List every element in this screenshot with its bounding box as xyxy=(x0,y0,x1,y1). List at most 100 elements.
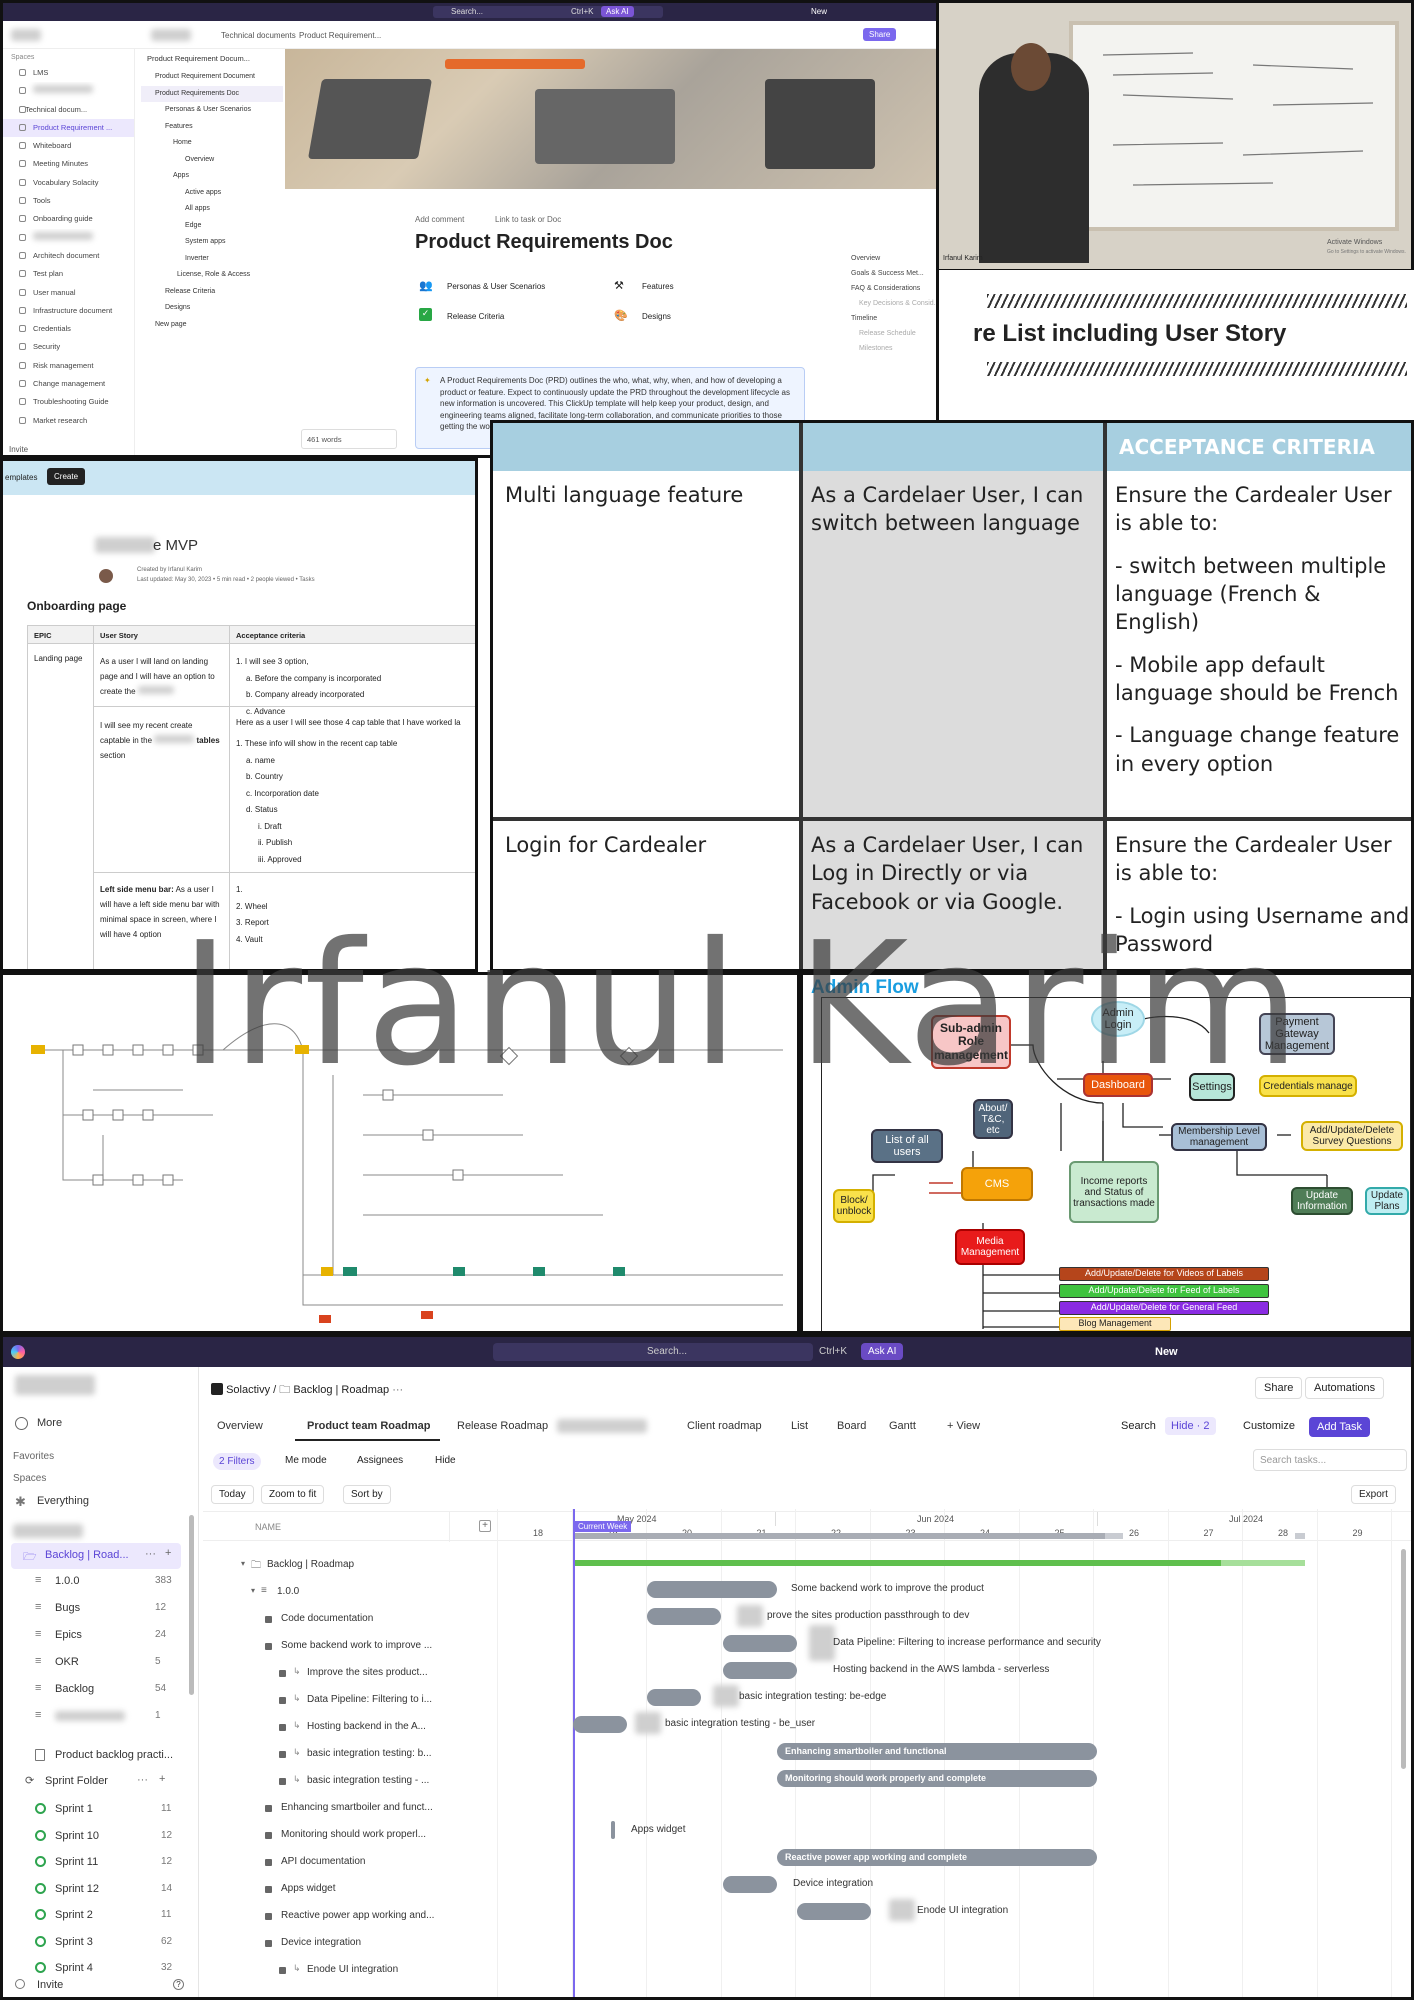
share-button[interactable]: Share xyxy=(863,28,897,41)
dots-icon[interactable]: ··· xyxy=(137,1774,148,1786)
task-row[interactable]: API documentation xyxy=(203,1850,483,1876)
filters-chip[interactable]: 2 Filters xyxy=(213,1453,261,1470)
sprint-item[interactable]: Sprint 2 11 xyxy=(3,1903,193,1929)
new-button[interactable]: New xyxy=(811,7,827,16)
status-icon[interactable] xyxy=(265,1832,272,1839)
plus-icon[interactable]: + xyxy=(165,1547,171,1559)
automations-button[interactable]: Automations xyxy=(1305,1377,1385,1399)
task-row[interactable]: Enhancing smartboiler and funct... xyxy=(203,1796,483,1822)
sidebar-item[interactable]: Market research xyxy=(3,412,134,430)
bar-monitoring[interactable]: Monitoring should work properly and comp… xyxy=(777,1770,1097,1787)
tree-item[interactable]: License, Role & Access xyxy=(141,267,283,284)
sidebar-item[interactable]: Architech document xyxy=(3,247,134,265)
toc-item[interactable]: FAQ & Considerations xyxy=(851,281,940,296)
status-icon[interactable] xyxy=(279,1670,286,1677)
list-item[interactable]: ≡ Epics 24 xyxy=(3,1623,193,1649)
link-task[interactable]: Link to task or Doc xyxy=(495,215,561,224)
sprint-folder-item[interactable]: ⟳ Sprint Folder ··· + xyxy=(3,1769,193,1795)
task-row[interactable]: ↳ basic integration testing: b... xyxy=(203,1742,483,1768)
card-release[interactable]: ✓ Release Criteria xyxy=(415,303,605,331)
gantt-ask-ai[interactable]: Ask AI xyxy=(861,1343,904,1360)
task-row[interactable]: ↳ Improve the sites product... xyxy=(203,1661,483,1687)
dots-icon[interactable]: ··· xyxy=(145,1548,156,1560)
tree-item[interactable]: Features xyxy=(141,119,283,136)
sidebar-item[interactable]: Change management xyxy=(3,375,134,393)
status-icon[interactable] xyxy=(279,1967,286,1974)
bar-edge[interactable] xyxy=(647,1689,701,1706)
tab-client-roadmap[interactable]: Client roadmap xyxy=(687,1420,762,1432)
tree-item[interactable]: Designs xyxy=(141,300,283,317)
status-icon[interactable] xyxy=(265,1913,272,1920)
toc-item[interactable]: Overview xyxy=(851,251,940,266)
add-column-icon[interactable]: + xyxy=(479,1520,491,1532)
hide-chip[interactable]: Hide xyxy=(435,1455,456,1466)
chevron-down-icon[interactable]: ▾ xyxy=(251,1586,255,1595)
card-features[interactable]: ⚒ Features xyxy=(610,273,800,301)
tab-product-roadmap[interactable]: Product team Roadmap xyxy=(307,1420,430,1432)
bar-device[interactable] xyxy=(723,1876,777,1893)
tab-gantt[interactable]: Gantt xyxy=(889,1420,916,1432)
task-row[interactable]: ▾ ≡ 1.0.0 xyxy=(203,1580,483,1606)
bar-user[interactable] xyxy=(573,1716,627,1733)
today-button[interactable]: Today xyxy=(211,1485,254,1504)
status-icon[interactable] xyxy=(265,1886,272,1893)
sort-by-button[interactable]: Sort by xyxy=(343,1485,391,1504)
task-row[interactable]: Reactive power app working and... xyxy=(203,1904,483,1930)
tree-item[interactable]: Product Requirement Document xyxy=(141,69,283,86)
hide-button[interactable]: Hide · 2 xyxy=(1165,1417,1216,1435)
zoom-fit-button[interactable]: Zoom to fit xyxy=(261,1485,325,1504)
me-mode-chip[interactable]: Me mode xyxy=(285,1455,327,1466)
bar-hosting[interactable] xyxy=(723,1662,797,1679)
backlog-space-item[interactable]: 🗁 Backlog | Road... ··· + xyxy=(11,1543,181,1569)
tree-item[interactable]: Personas & User Scenarios xyxy=(141,102,283,119)
card-designs[interactable]: 🎨 Designs xyxy=(610,303,800,331)
ask-ai-button[interactable]: Ask AI xyxy=(601,6,634,17)
status-icon[interactable] xyxy=(265,1859,272,1866)
gantt-new-button[interactable]: New xyxy=(1155,1346,1178,1358)
customize-button[interactable]: Customize xyxy=(1243,1420,1295,1432)
add-view[interactable]: + View xyxy=(947,1420,980,1432)
toc-item[interactable]: Goals & Success Met... xyxy=(851,266,940,281)
crumb-workspace[interactable]: Solactivy xyxy=(226,1384,270,1396)
sidebar-item[interactable]: Troubleshooting Guide xyxy=(3,393,134,411)
sprint-item[interactable]: Sprint 11 12 xyxy=(3,1850,193,1876)
sidebar-item[interactable]: Meeting Minutes xyxy=(3,155,134,173)
status-icon[interactable] xyxy=(265,1805,272,1812)
status-icon[interactable] xyxy=(279,1778,286,1785)
list-item[interactable]: ≡ Bugs 12 xyxy=(3,1596,193,1622)
sidebar-item[interactable]: Credentials xyxy=(3,320,134,338)
status-icon[interactable] xyxy=(265,1643,272,1650)
toc-item[interactable]: Release Schedule xyxy=(851,326,940,341)
list-item[interactable]: ≡ OKR 5 xyxy=(3,1650,193,1676)
task-row[interactable]: ↳ Enode UI integration xyxy=(203,1958,483,1984)
sidebar-scrollbar[interactable] xyxy=(189,1515,194,1695)
list-item[interactable]: ≡ 1 xyxy=(3,1704,193,1730)
sidebar-item[interactable]: Infrastructure document xyxy=(3,302,134,320)
task-row[interactable]: ▾ 🗀 Backlog | Roadmap xyxy=(203,1553,483,1579)
tree-item[interactable]: Release Criteria xyxy=(141,284,283,301)
task-row[interactable]: ↳ Data Pipeline: Filtering to i... xyxy=(203,1688,483,1714)
sprint-item[interactable]: Sprint 3 62 xyxy=(3,1930,193,1956)
sidebar-item[interactable]: Product Requirement ... xyxy=(3,118,134,138)
bar-backend[interactable] xyxy=(647,1581,777,1598)
sidebar-item[interactable]: Risk management xyxy=(3,357,134,375)
sidebar-item[interactable] xyxy=(3,229,134,247)
tab-release-roadmap[interactable]: Release Roadmap xyxy=(457,1420,548,1432)
bar-improve[interactable] xyxy=(647,1608,721,1625)
chevron-down-icon[interactable]: ▾ xyxy=(241,1559,245,1568)
everything-item[interactable]: ✱ Everything xyxy=(3,1489,193,1515)
tree-item[interactable]: Overview xyxy=(141,152,283,169)
milestone-widget[interactable] xyxy=(611,1821,615,1839)
status-icon[interactable] xyxy=(265,1616,272,1623)
product-backlog-item[interactable]: Product backlog practi... xyxy=(3,1743,193,1769)
create-button[interactable]: Create xyxy=(47,468,86,485)
crumb-list[interactable]: Backlog | Roadmap xyxy=(293,1384,389,1396)
sidebar-item[interactable]: Vocabulary Solacity xyxy=(3,174,134,192)
word-count[interactable]: 461 words xyxy=(301,429,397,449)
sidebar-item[interactable]: User manual xyxy=(3,284,134,302)
sidebar-item[interactable]: LMS xyxy=(3,64,134,82)
toc-item[interactable]: Milestones xyxy=(851,341,940,356)
bar-reactive[interactable]: Reactive power app working and complete xyxy=(777,1849,1097,1866)
plus-icon[interactable]: + xyxy=(159,1773,165,1785)
task-row[interactable]: Code documentation xyxy=(203,1607,483,1633)
